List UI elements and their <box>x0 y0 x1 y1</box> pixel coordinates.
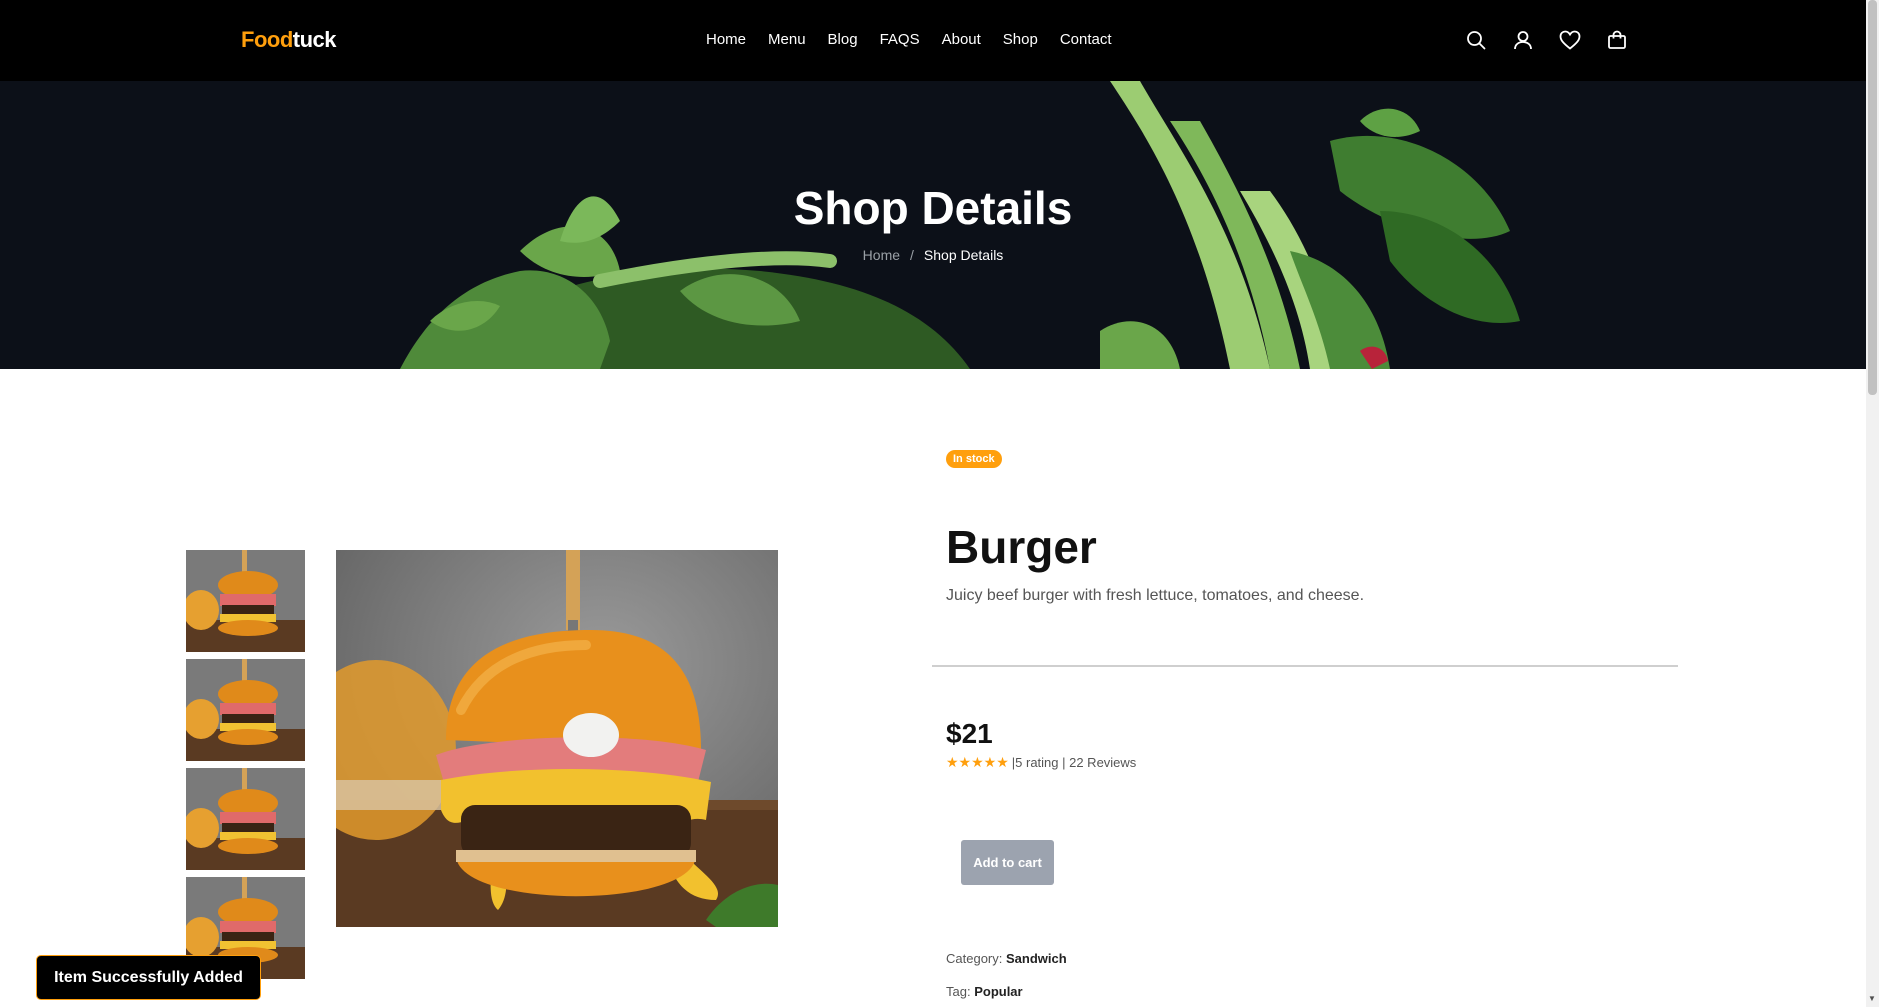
product-description: Juicy beef burger with fresh lettuce, to… <box>946 587 1365 604</box>
nav-home[interactable]: Home <box>706 31 746 48</box>
page-title: Shop Details <box>793 182 1073 234</box>
user-icon[interactable] <box>1511 28 1535 52</box>
thumbnail-list <box>186 550 305 986</box>
breadcrumb-home[interactable]: Home <box>863 247 900 263</box>
product-category: Category: Sandwich <box>946 951 1067 966</box>
tag-label: Tag: <box>946 984 971 999</box>
breadcrumb: Home / Shop Details <box>0 247 1866 263</box>
nav-about[interactable]: About <box>942 31 981 48</box>
burger-thumbnail-image <box>186 768 305 870</box>
product-tag: Tag: Popular <box>946 984 1023 999</box>
product-main-image <box>336 550 778 927</box>
nav-menu[interactable]: Menu <box>768 31 806 48</box>
add-to-cart-button[interactable]: Add to cart <box>961 840 1054 885</box>
scroll-down-arrow-icon[interactable]: ▼ <box>1868 994 1876 1003</box>
scrollbar-thumb[interactable] <box>1868 0 1877 395</box>
breadcrumb-separator: / <box>910 247 914 263</box>
logo-part-food: Food <box>241 27 293 52</box>
product-price: $21 <box>946 718 993 749</box>
product-thumbnail[interactable] <box>186 659 305 761</box>
product-thumbnail[interactable] <box>186 550 305 652</box>
nav-shop[interactable]: Shop <box>1003 31 1038 48</box>
product-title: Burger <box>946 521 1097 573</box>
hero-banner: Shop Details Home / Shop Details <box>0 81 1866 369</box>
burger-thumbnail-image <box>186 550 305 652</box>
category-value[interactable]: Sandwich <box>1006 951 1067 966</box>
tag-value[interactable]: Popular <box>974 984 1022 999</box>
rating-text: |5 rating | 22 Reviews <box>1011 755 1137 770</box>
nav-contact[interactable]: Contact <box>1060 31 1112 48</box>
nav-faqs[interactable]: FAQS <box>880 31 920 48</box>
logo[interactable]: Foodtuck <box>241 27 337 53</box>
main-nav: Home Menu Blog FAQS About Shop Contact <box>706 31 1134 48</box>
category-label: Category: <box>946 951 1003 966</box>
search-icon[interactable] <box>1464 28 1488 52</box>
rating-stars-icon: ★★★★★ <box>946 754 1009 770</box>
burger-main-image <box>336 550 778 927</box>
page-scrollbar[interactable]: ▼ <box>1866 0 1879 1007</box>
breadcrumb-current: Shop Details <box>923 247 1004 263</box>
stock-badge: In stock <box>946 450 1002 468</box>
burger-thumbnail-image <box>186 659 305 761</box>
rating-row: ★★★★★ |5 rating | 22 Reviews <box>946 754 1136 771</box>
product-thumbnail[interactable] <box>186 768 305 870</box>
success-toast: Item Successfully Added <box>36 955 261 1000</box>
nav-icons <box>1464 28 1652 52</box>
logo-part-tuck: tuck <box>292 27 337 52</box>
heart-icon[interactable] <box>1558 28 1582 52</box>
nav-blog[interactable]: Blog <box>828 31 858 48</box>
section-divider <box>932 665 1678 667</box>
bag-icon[interactable] <box>1605 28 1629 52</box>
navbar: Foodtuck Home Menu Blog FAQS About Shop … <box>0 0 1866 81</box>
